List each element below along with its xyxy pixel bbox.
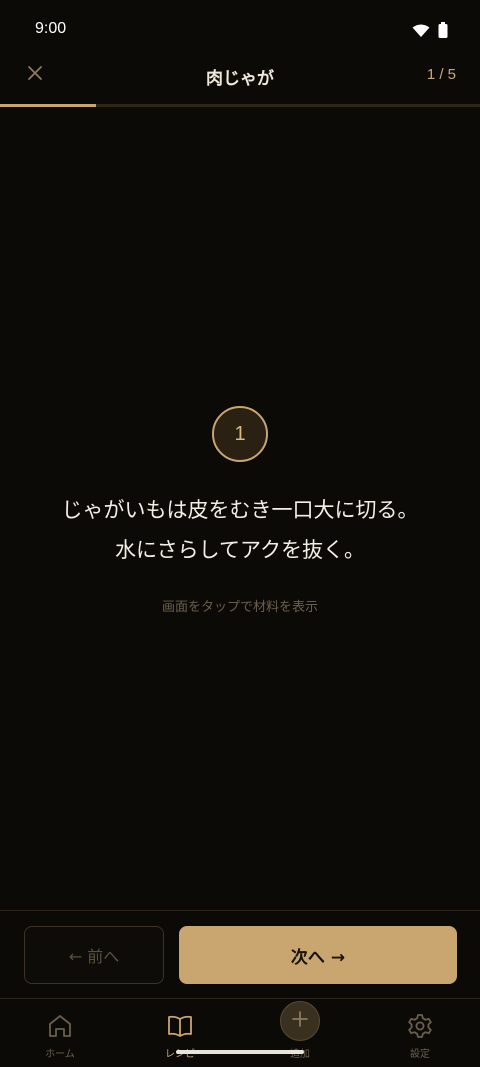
divider [0, 910, 480, 911]
nav-item-home[interactable]: ホーム [0, 999, 120, 1067]
nav-label: 設定 [410, 1049, 430, 1060]
nav-item-recipes[interactable]: レシピ [120, 999, 240, 1067]
progress-fill [0, 104, 96, 107]
nav-label: ホーム [45, 1049, 75, 1060]
header: 肉じゃが 1 / 5 [0, 56, 480, 96]
nav-item-add[interactable]: 追加 [240, 999, 360, 1067]
step-number-badge: 1 [212, 406, 268, 462]
step-area[interactable]: 1 じゃがいもは皮をむき一口大に切る。 水にさらしてアクを抜く。 画面をタップで… [0, 108, 480, 910]
step-counter: 1 / 5 [426, 66, 456, 83]
status-bar: 9:00 [0, 0, 480, 60]
gear-icon [407, 1013, 433, 1039]
home-indicator[interactable] [176, 1050, 304, 1054]
next-button[interactable]: 次へ → [179, 926, 457, 984]
page-title: 肉じゃが [206, 69, 274, 89]
instruction-line: 水にさらしてアクを抜く。 [115, 538, 365, 562]
bottom-nav: ホーム レシピ 追加 設定 [0, 999, 480, 1067]
nav-item-settings[interactable]: 設定 [360, 999, 480, 1067]
step-instruction: じゃがいもは皮をむき一口大に切る。 水にさらしてアクを抜く。 [0, 490, 480, 570]
status-time: 9:00 [35, 20, 67, 37]
progress-bar [0, 104, 480, 107]
plus-icon [292, 1011, 308, 1031]
status-icons [412, 22, 448, 42]
book-icon [167, 1013, 193, 1039]
add-button[interactable] [280, 1001, 320, 1041]
wifi-icon [412, 23, 430, 42]
instruction-line: じゃがいもは皮をむき一口大に切る。 [61, 498, 419, 522]
tap-hint: 画面をタップで材料を表示 [161, 600, 318, 615]
battery-icon [438, 22, 448, 42]
prev-button[interactable]: ← 前へ [24, 926, 164, 984]
home-icon [47, 1013, 73, 1039]
